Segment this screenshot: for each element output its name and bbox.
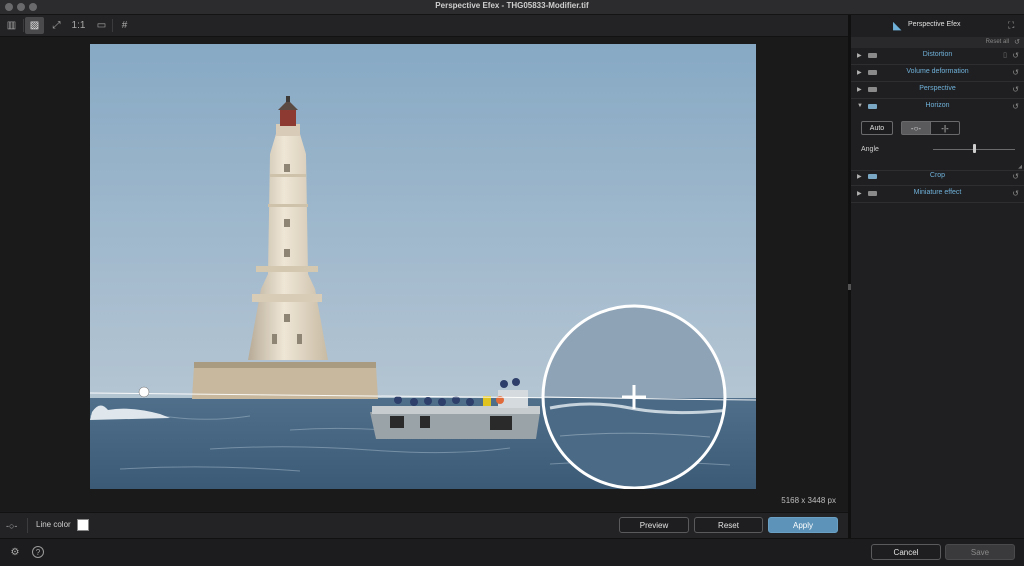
chevron-right-icon[interactable]: ▶ — [857, 52, 862, 59]
zoom-one-to-one-button[interactable]: 1:1 — [69, 17, 88, 34]
image-view-icon[interactable]: ▨ — [25, 17, 44, 34]
toolbar-separator — [23, 19, 24, 32]
cancel-button[interactable]: Cancel — [871, 544, 941, 560]
angle-slider-thumb[interactable] — [972, 144, 976, 153]
angle-label: Angle — [861, 146, 879, 153]
section-enable-toggle[interactable] — [868, 104, 877, 109]
reset-all-button[interactable]: Reset all — [986, 39, 1009, 45]
reset-icon[interactable]: ↺ — [1012, 68, 1019, 77]
bar-separator — [27, 518, 28, 533]
section-enable-toggle[interactable] — [868, 191, 877, 196]
section-perspective[interactable]: ▶ Perspective ↺ — [851, 82, 1024, 99]
reset-icon[interactable]: ↺ — [1012, 189, 1019, 198]
save-button[interactable]: Save — [945, 544, 1015, 560]
chevron-right-icon[interactable]: ▶ — [857, 86, 862, 93]
window-title: Perspective Efex - THG05833-Modifier.tif — [435, 1, 589, 10]
section-enable-toggle[interactable] — [868, 174, 877, 179]
section-volume-deformation[interactable]: ▶ Volume deformation ↺ — [851, 65, 1024, 82]
horizon-line-icon: -○- — [6, 521, 18, 531]
info-icon[interactable]: ▯ — [1003, 51, 1007, 59]
compare-view-icon[interactable]: ▭ — [92, 17, 111, 34]
reset-all-icon[interactable]: ↺ — [1014, 38, 1020, 46]
horizontal-mode-button[interactable]: -○- — [901, 121, 931, 135]
section-label: Miniature effect — [913, 189, 962, 196]
image-dimensions: 5168 x 3448 px — [781, 496, 836, 505]
toolbar-separator — [112, 19, 113, 32]
help-icon[interactable]: ? — [32, 546, 44, 558]
section-crop[interactable]: ▶ Crop ↺ — [851, 169, 1024, 186]
reset-all-row: Reset all ↺ — [851, 37, 1024, 48]
section-label: Perspective — [919, 85, 956, 92]
reset-icon[interactable]: ↺ — [1012, 51, 1019, 60]
reset-button[interactable]: Reset — [694, 517, 763, 533]
line-color-label: Line color — [36, 520, 71, 529]
reset-icon[interactable]: ↺ — [1012, 85, 1019, 94]
adjustments-panel: ◣ Perspective Efex ⛶ Reset all ↺ ▶ Disto… — [851, 15, 1024, 538]
perspective-efex-logo-icon: ◣ — [893, 20, 902, 32]
canvas-action-bar: -○- Line color Preview Reset Apply — [0, 512, 848, 538]
line-color-swatch[interactable] — [77, 519, 89, 531]
photo-preview[interactable] — [90, 44, 756, 489]
title-bar: Perspective Efex - THG05833-Modifier.tif — [0, 0, 1024, 15]
chevron-right-icon[interactable]: ▶ — [857, 173, 862, 180]
panel-toggle-icon[interactable]: ▥ — [2, 17, 21, 34]
panel-title: Perspective Efex — [908, 21, 961, 28]
vertical-mode-button[interactable]: -|- — [930, 121, 960, 135]
section-enable-toggle[interactable] — [868, 87, 877, 92]
section-label: Volume deformation — [906, 68, 969, 75]
section-enable-toggle[interactable] — [868, 53, 877, 58]
auto-horizon-button[interactable]: Auto — [861, 121, 893, 135]
settings-sliders-icon[interactable]: ⚙ — [9, 546, 21, 558]
section-distortion[interactable]: ▶ Distortion ▯ ↺ — [851, 48, 1024, 65]
section-miniature-effect[interactable]: ▶ Miniature effect ↺ — [851, 186, 1024, 203]
section-horizon[interactable]: ▼ Horizon ↺ — [851, 99, 1024, 115]
status-bar: ⚙ ? Cancel Save — [0, 538, 1024, 566]
section-label: Horizon — [925, 102, 950, 109]
grid-view-icon[interactable]: # — [115, 17, 134, 34]
horizon-line-handle — [138, 386, 150, 398]
image-canvas[interactable]: 5168 x 3448 px — [0, 37, 848, 511]
preview-button[interactable]: Preview — [619, 517, 689, 533]
view-toolbar: ▥ ▨ ⤢ 1:1 ▭ # — [0, 15, 848, 37]
reset-icon[interactable]: ↺ — [1012, 102, 1019, 111]
section-enable-toggle[interactable] — [868, 70, 877, 75]
fit-view-icon[interactable]: ⤢ — [47, 17, 66, 34]
fullscreen-icon[interactable]: ⛶ — [1008, 20, 1014, 31]
section-label: Crop — [929, 172, 946, 179]
section-label: Distortion — [922, 51, 953, 58]
chevron-down-icon[interactable]: ▼ — [857, 103, 863, 109]
horizon-controls: Auto -○- -|- Angle ◢ — [851, 116, 1024, 171]
reset-icon[interactable]: ↺ — [1012, 172, 1019, 181]
chevron-right-icon[interactable]: ▶ — [857, 190, 862, 197]
panel-header: ◣ Perspective Efex ⛶ — [851, 15, 1024, 36]
apply-button[interactable]: Apply — [768, 517, 838, 533]
chevron-right-icon[interactable]: ▶ — [857, 69, 862, 76]
